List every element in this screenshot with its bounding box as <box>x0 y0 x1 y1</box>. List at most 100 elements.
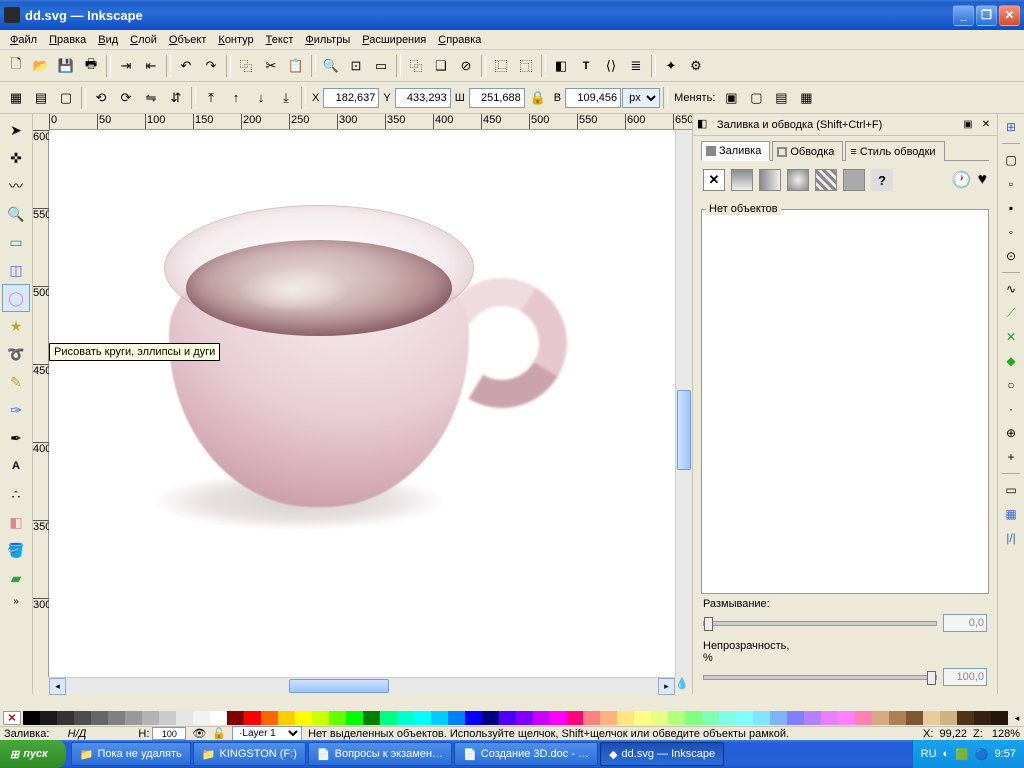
bucket-tool[interactable]: 🪣 <box>2 536 30 564</box>
swatch[interactable] <box>227 711 244 725</box>
window-minimize-button[interactable]: _ <box>953 5 974 26</box>
menu-расширения[interactable]: Расширения <box>356 32 432 48</box>
tab-stroke-paint[interactable]: Обводка <box>772 141 843 161</box>
taskbar-item[interactable]: 📁Пока не удалять <box>71 742 191 766</box>
paint-unknown-button[interactable]: ? <box>871 169 893 191</box>
swatch[interactable] <box>397 711 414 725</box>
rectangle-tool[interactable]: ▭ <box>2 228 30 256</box>
swatch[interactable] <box>600 711 617 725</box>
swatch[interactable] <box>40 711 57 725</box>
menu-вид[interactable]: Вид <box>92 32 124 48</box>
paint-pattern-button[interactable] <box>815 169 837 191</box>
swatch[interactable] <box>736 711 753 725</box>
zoom-tool[interactable]: 🔍 <box>2 200 30 228</box>
swatch[interactable] <box>159 711 176 725</box>
lower-bottom-button[interactable]: ⤓ <box>274 86 298 110</box>
menu-файл[interactable]: Файл <box>4 32 43 48</box>
tray-icon-3[interactable]: 🔵 <box>975 748 989 761</box>
swatch[interactable] <box>516 711 533 725</box>
snap-guide-button[interactable]: |/| <box>1000 527 1022 549</box>
tab-stroke-style[interactable]: ≡Стиль обводки <box>845 141 944 161</box>
tray-icon-1[interactable]: ◐ <box>943 748 950 760</box>
open-file-button[interactable]: 📂 <box>29 54 53 78</box>
paint-swatch-button[interactable] <box>843 169 865 191</box>
tray-lang[interactable]: RU <box>921 748 937 760</box>
3dbox-tool[interactable]: ◫ <box>2 256 30 284</box>
swatch[interactable] <box>363 711 380 725</box>
tab-fill[interactable]: Заливка <box>701 141 770 161</box>
snap-center-button[interactable]: ⊕ <box>1000 422 1022 444</box>
paint-none-button[interactable]: ✕ <box>703 169 725 191</box>
snap-smooth-button[interactable]: ○ <box>1000 374 1022 396</box>
zoom-drawing-button[interactable]: ⊡ <box>344 54 368 78</box>
lock-ratio-button[interactable]: 🔒 <box>526 86 550 110</box>
tray-icon-2[interactable]: 🟩 <box>955 748 969 761</box>
snap-grid-button[interactable]: ▦ <box>1000 503 1022 525</box>
redo-button[interactable]: ↷ <box>199 54 223 78</box>
taskbar-item[interactable]: 📁KINGSTON (F:) <box>193 742 306 766</box>
text-tool[interactable]: A <box>2 452 30 480</box>
swatch[interactable] <box>482 711 499 725</box>
swatch[interactable] <box>278 711 295 725</box>
raise-button[interactable]: ↑ <box>224 86 248 110</box>
zoom-page-button[interactable]: ▭ <box>369 54 393 78</box>
lock-icon[interactable]: 🔓 <box>212 727 226 740</box>
spray-tool[interactable]: ∴ <box>2 480 30 508</box>
ungroup-button[interactable]: ⿹ <box>514 54 538 78</box>
window-close-button[interactable]: ✕ <box>999 5 1020 26</box>
snap-bbox-center-button[interactable]: ⊙ <box>1000 245 1022 267</box>
swatch[interactable] <box>770 711 787 725</box>
swatch[interactable] <box>617 711 634 725</box>
ruler-vertical[interactable]: 600550500450400350300 <box>33 130 49 677</box>
select-layers-button[interactable]: ▤ <box>29 86 53 110</box>
export-button[interactable]: ⇤ <box>139 54 163 78</box>
canvas[interactable]: Рисовать круги, эллипсы и дуги <box>49 130 675 677</box>
duplicate-button[interactable]: ⿻ <box>404 54 428 78</box>
snap-midpoint-button[interactable]: · <box>1000 398 1022 420</box>
snap-bbox-corner-button[interactable]: ▪ <box>1000 197 1022 219</box>
x-field[interactable] <box>323 88 379 108</box>
lower-button[interactable]: ↓ <box>249 86 273 110</box>
snap-enable-button[interactable]: ⊞ <box>1000 116 1022 138</box>
swatch[interactable] <box>210 711 227 725</box>
swatch[interactable] <box>533 711 550 725</box>
window-maximize-button[interactable]: ❐ <box>976 5 997 26</box>
unlink-clone-button[interactable]: ⊘ <box>454 54 478 78</box>
swatch[interactable] <box>889 711 906 725</box>
swatch[interactable] <box>380 711 397 725</box>
tweak-tool[interactable]: 〰 <box>2 172 30 200</box>
select-all-button[interactable]: ▦ <box>4 86 28 110</box>
print-button[interactable]: 🖶 <box>79 54 103 78</box>
ellipse-tool[interactable]: ◯ <box>2 284 30 312</box>
swatch[interactable] <box>974 711 991 725</box>
swatch[interactable] <box>312 711 329 725</box>
affect-corners-button[interactable]: ▢ <box>744 86 768 110</box>
document-properties-button[interactable]: ⚙ <box>684 54 708 78</box>
swatch[interactable] <box>244 711 261 725</box>
toolbox-more[interactable]: » <box>13 596 19 607</box>
taskbar-item[interactable]: 📄Создание 3D.doc - … <box>454 742 598 766</box>
layer-select[interactable]: ·Layer 1 <box>232 726 302 741</box>
scroll-left-button[interactable]: ◂ <box>49 678 66 695</box>
stroke-h-field[interactable] <box>152 727 186 740</box>
node-tool[interactable]: ✜ <box>2 144 30 172</box>
raise-top-button[interactable]: ⤒ <box>199 86 223 110</box>
text-tool-button[interactable]: T <box>574 54 598 78</box>
taskbar-item[interactable]: 📄Вопросы к экзамен… <box>308 742 452 766</box>
selector-tool[interactable]: ➤ <box>2 116 30 144</box>
y-field[interactable] <box>395 88 451 108</box>
swatch[interactable] <box>176 711 193 725</box>
menu-слой[interactable]: Слой <box>124 32 163 48</box>
gradient-tool[interactable]: ▰ <box>2 564 30 592</box>
opacity-field[interactable] <box>943 668 987 686</box>
paint-flat-button[interactable] <box>731 169 753 191</box>
swatch[interactable] <box>940 711 957 725</box>
heart-icon[interactable]: ♥ <box>978 171 988 189</box>
save-file-button[interactable]: 💾 <box>54 54 78 78</box>
swatch[interactable] <box>74 711 91 725</box>
deselect-button[interactable]: ▢ <box>54 86 78 110</box>
ruler-horizontal[interactable]: 050100150200250300350400450500550600650 <box>49 114 692 130</box>
swatch[interactable] <box>295 711 312 725</box>
preferences-button[interactable]: ✦ <box>659 54 683 78</box>
swatch[interactable] <box>261 711 278 725</box>
